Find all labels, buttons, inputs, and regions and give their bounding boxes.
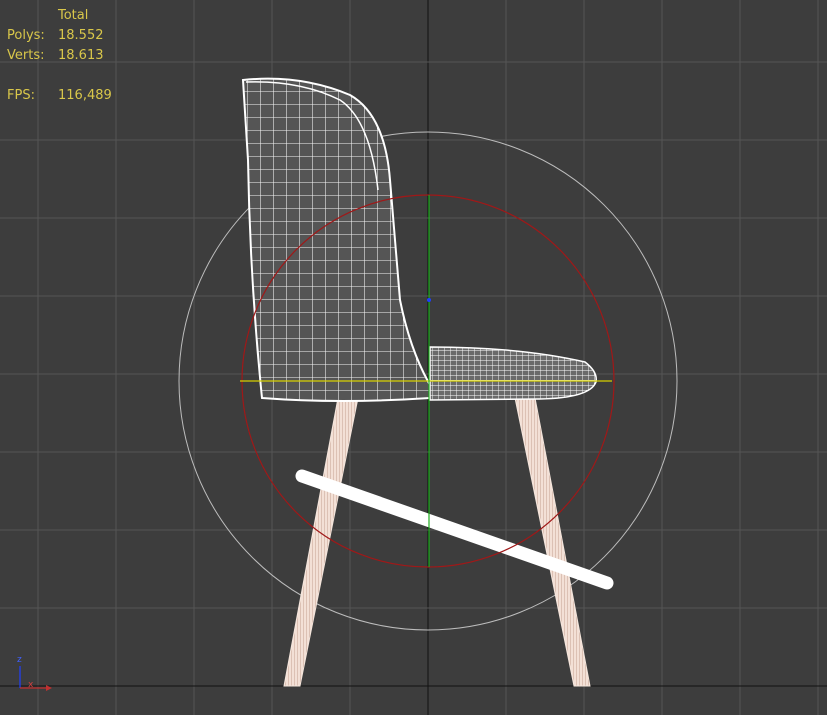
chair-leg-front-left bbox=[283, 397, 359, 687]
chair-seat bbox=[429, 346, 598, 401]
stats-polys-label: Polys: bbox=[7, 28, 45, 43]
stats-verts-value: 18.613 bbox=[58, 48, 104, 63]
stats-polys-value: 18.552 bbox=[58, 28, 104, 43]
stats-fps-row: FPS: 116,489 bbox=[7, 86, 112, 106]
viewport-statistics: Total Polys: 18.552 Verts: 18.613 FPS: 1… bbox=[7, 6, 112, 106]
axis-z-label: z bbox=[17, 655, 22, 665]
axis-x-label: x bbox=[28, 680, 34, 690]
chair-leg-front-right bbox=[514, 397, 591, 687]
chair-legs bbox=[283, 397, 614, 687]
3d-viewport[interactable]: Total Polys: 18.552 Verts: 18.613 FPS: 1… bbox=[0, 0, 827, 715]
stats-verts-row: Verts: 18.613 bbox=[7, 46, 112, 66]
axis-tripod-icon bbox=[19, 666, 52, 691]
stats-fps-value: 116,489 bbox=[58, 88, 112, 103]
stats-verts-label: Verts: bbox=[7, 48, 45, 63]
chair-backrest bbox=[241, 77, 431, 402]
stats-fps-label: FPS: bbox=[7, 88, 35, 103]
stats-header: Total bbox=[58, 8, 89, 23]
stats-polys-row: Polys: 18.552 bbox=[7, 26, 112, 46]
viewport-canvas[interactable] bbox=[0, 0, 827, 715]
gizmo-center[interactable] bbox=[427, 298, 431, 302]
